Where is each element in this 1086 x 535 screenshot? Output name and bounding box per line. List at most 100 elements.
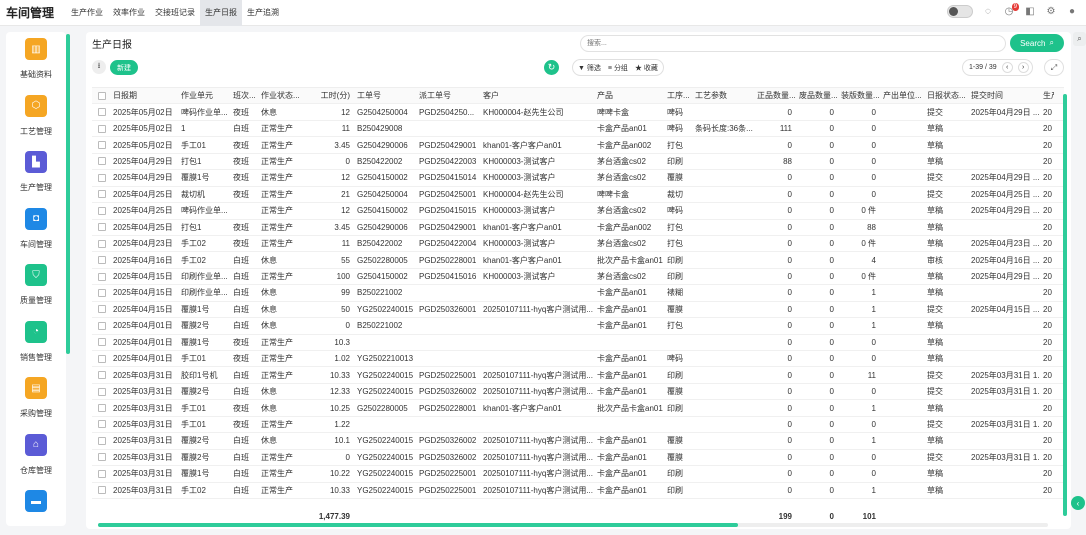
table-row[interactable]: 2025年05月02日 1 白班 正常生产 11 B250429008 卡盒产品an01 啤码…	[92, 121, 1064, 138]
column-header[interactable]: 客户	[480, 90, 594, 101]
sidebar-item[interactable]: ▙ 生产管理	[6, 151, 66, 193]
row-checkbox[interactable]	[98, 371, 106, 380]
top-nav-item[interactable]: 效率作业	[108, 0, 150, 26]
sidebar-item[interactable]: ◔ 销售管理	[6, 320, 66, 363]
group-button[interactable]: ≡ 分组	[608, 63, 628, 73]
horizontal-scrollbar[interactable]	[98, 523, 1048, 527]
table-row[interactable]: 2025年05月02日 手工01 夜班 正常生产 3.45 G2504290006 PGD2…	[92, 137, 1064, 154]
table-row[interactable]: 2025年04月25日 啤码作业单... 正常生产 12 G2504150002 PGD2…	[92, 203, 1064, 220]
column-header[interactable]: 派工单号	[416, 90, 480, 101]
sidebar-item[interactable]: ▬	[6, 490, 66, 512]
table-row[interactable]: 2025年03月31日 覆膜1号 白班 正常生产 10.22 YG2502240015 PG…	[92, 466, 1064, 483]
row-checkbox[interactable]	[98, 157, 106, 166]
table-row[interactable]: 2025年03月31日 手工02 白班 正常生产 10.33 YG2502240015 PG…	[92, 483, 1064, 499]
prev-page-button[interactable]: ‹	[1001, 62, 1013, 73]
row-checkbox[interactable]	[98, 190, 106, 199]
export-button[interactable]: ⭳	[92, 60, 106, 74]
favorite-button[interactable]: ★ 收藏	[635, 63, 658, 73]
next-page-button[interactable]: ›	[1017, 62, 1029, 73]
user-avatar-icon[interactable]: ●	[1066, 6, 1078, 18]
row-checkbox[interactable]	[98, 305, 106, 314]
sidebar-item[interactable]: ◘ 车间管理	[6, 207, 66, 250]
table-row[interactable]: 2025年03月31日 胶印1号机 白班 正常生产 10.33 YG2502240015 P…	[92, 367, 1064, 384]
new-button[interactable]: 新建	[110, 60, 138, 75]
column-header[interactable]: 工单号	[354, 90, 416, 101]
sidebar-item[interactable]: ▤ 采购管理	[6, 377, 66, 419]
column-header[interactable]: 产出单位...	[880, 90, 924, 101]
table-row[interactable]: 2025年04月01日 手工01 夜班 正常生产 1.02 YG2502210013 卡盒产…	[92, 351, 1064, 368]
refresh-button[interactable]: ↻	[544, 60, 559, 75]
table-row[interactable]: 2025年04月29日 打包1 夜班 正常生产 0 B250422002 PGD250422…	[92, 154, 1064, 171]
sidebar-item[interactable]: ⬡ 工艺管理	[6, 94, 66, 137]
table-row[interactable]: 2025年03月31日 覆膜2号 白班 休息 10.1 YG2502240015 PGD25…	[92, 433, 1064, 450]
column-header[interactable]: 作业单元	[178, 90, 230, 101]
table-row[interactable]: 2025年04月25日 打包1 夜班 正常生产 3.45 G2504290006 PGD25…	[92, 220, 1064, 236]
expand-button[interactable]: ⤢	[1044, 59, 1064, 76]
table-row[interactable]: 2025年04月23日 手工02 夜班 正常生产 11 B250422002 PGD2504…	[92, 236, 1064, 253]
table-row[interactable]: 2025年03月31日 手工01 夜班 休息 10.25 G2502280005 PGD25…	[92, 400, 1064, 417]
top-nav-item[interactable]: 生产日报	[200, 0, 243, 26]
sidebar-scrollbar[interactable]	[66, 34, 70, 354]
row-checkbox[interactable]	[98, 338, 106, 347]
row-checkbox[interactable]	[98, 436, 106, 445]
column-header[interactable]: 工艺参数	[692, 90, 754, 101]
table-row[interactable]: 2025年03月31日 覆膜2号 白班 休息 12.33 YG2502240015 PGD2…	[92, 384, 1064, 401]
horizontal-scroll-thumb[interactable]	[98, 523, 738, 527]
column-header[interactable]: 提交时间	[968, 90, 1040, 101]
table-row[interactable]: 2025年04月15日 覆膜1号 白班 休息 50 YG2502240015 PGD2503…	[92, 302, 1064, 319]
column-header[interactable]: 产品	[594, 90, 664, 101]
sidebar-item[interactable]: ⌂ 仓库管理	[6, 433, 66, 476]
vertical-scrollbar[interactable]	[1063, 94, 1067, 516]
row-checkbox[interactable]	[98, 108, 106, 117]
table-row[interactable]: 2025年04月01日 覆膜1号 夜班 正常生产 10.3 0 0 0 草稿 20	[92, 335, 1064, 351]
row-checkbox[interactable]	[98, 124, 106, 133]
sidebar-item[interactable]: ▥ 基础资料	[6, 38, 66, 80]
column-header[interactable]: 工时(分)	[314, 90, 354, 101]
select-all-checkbox[interactable]	[98, 91, 106, 100]
activity-icon[interactable]: ◷ 9	[1003, 2, 1019, 18]
sidebar-item[interactable]: ⛉ 质量管理	[6, 264, 66, 306]
top-nav-item[interactable]: 交接班记录	[150, 0, 200, 26]
search-input[interactable]	[580, 35, 1006, 52]
filter-button[interactable]: ▼ 筛选	[578, 63, 601, 73]
row-checkbox[interactable]	[98, 141, 106, 150]
column-header[interactable]: 装版数量...	[838, 90, 880, 101]
table-row[interactable]: 2025年04月29日 覆膜1号 夜班 正常生产 12 G2504150002 PGD250…	[92, 170, 1064, 187]
row-checkbox[interactable]	[98, 354, 106, 363]
theme-toggle[interactable]	[947, 5, 973, 18]
top-nav-item[interactable]: 生产追溯	[242, 0, 284, 26]
top-nav-item[interactable]: 生产作业	[66, 0, 108, 26]
row-checkbox[interactable]	[98, 404, 106, 413]
table-row[interactable]: 2025年03月31日 手工01 夜班 正常生产 1.22 0 0 0 提交 2025年03月31…	[92, 417, 1064, 434]
row-checkbox[interactable]	[98, 288, 106, 297]
row-checkbox[interactable]	[98, 206, 106, 215]
row-checkbox[interactable]	[98, 239, 106, 248]
translate-icon[interactable]: ◧	[1024, 6, 1036, 18]
settings-icon[interactable]: ⚙	[1045, 6, 1057, 18]
row-checkbox[interactable]	[98, 453, 106, 462]
table-row[interactable]: 2025年04月15日 印刷作业单... 白班 正常生产 100 G2504150002 P…	[92, 269, 1064, 286]
row-checkbox[interactable]	[98, 223, 106, 232]
row-checkbox[interactable]	[98, 420, 106, 429]
row-checkbox[interactable]	[98, 486, 106, 495]
table-row[interactable]: 2025年04月01日 覆膜2号 白班 休息 0 B250221002 卡盒产品an01 打包…	[92, 318, 1064, 335]
search-button[interactable]: Search ⌕	[1010, 34, 1064, 52]
side-search-icon[interactable]: ⌕	[1073, 32, 1086, 46]
row-checkbox[interactable]	[98, 469, 106, 478]
column-header[interactable]: 作业状态...	[258, 90, 314, 101]
row-checkbox[interactable]	[98, 387, 106, 396]
column-header[interactable]: 废品数量...	[796, 90, 838, 101]
table-row[interactable]: 2025年04月15日 印刷作业单... 白班 休息 99 B250221002 卡盒产品a…	[92, 285, 1064, 302]
table-row[interactable]: 2025年05月02日 啤码作业单... 夜班 休息 12 G2504250004 PGD2…	[92, 104, 1064, 121]
table-row[interactable]: 2025年04月16日 手工02 白班 休息 55 G2502280005 PGD25022…	[92, 252, 1064, 269]
row-checkbox[interactable]	[98, 321, 106, 330]
column-header[interactable]: 生产	[1040, 90, 1054, 101]
collapse-panel-button[interactable]: ‹	[1071, 496, 1085, 510]
row-checkbox[interactable]	[98, 272, 106, 281]
row-checkbox[interactable]	[98, 256, 106, 265]
row-checkbox[interactable]	[98, 173, 106, 182]
table-row[interactable]: 2025年04月25日 裁切机 夜班 正常生产 21 G2504250004 PGD2504…	[92, 187, 1064, 204]
column-header[interactable]: 日报状态...	[924, 90, 968, 101]
table-row[interactable]: 2025年03月31日 覆膜2号 白班 正常生产 0 YG2502240015 PGD250…	[92, 450, 1064, 467]
column-header[interactable]: 工序...	[664, 90, 692, 101]
